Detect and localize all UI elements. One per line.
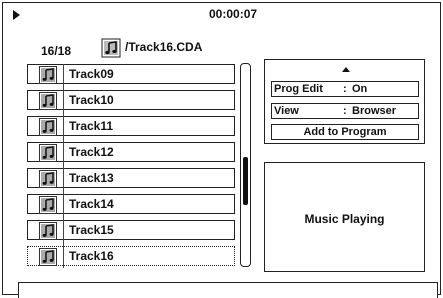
options-menu: Prog Edit : On View : Browser Add to Pro… xyxy=(264,59,425,144)
track-row[interactable]: Track11 xyxy=(27,116,235,136)
prog-edit-value: On xyxy=(352,83,368,95)
status-panel: Music Playing xyxy=(264,162,425,272)
music-note-icon xyxy=(39,118,57,136)
track-row[interactable]: Track09 xyxy=(27,64,235,84)
track-label: Track09 xyxy=(69,67,114,81)
prog-edit-label: Prog Edit xyxy=(274,83,323,95)
view-label: View xyxy=(274,105,299,117)
track-row-selected[interactable]: Track16 xyxy=(27,246,235,266)
music-note-icon xyxy=(39,248,57,266)
track-row[interactable]: Track15 xyxy=(27,220,235,240)
track-label: Track12 xyxy=(69,145,114,159)
music-note-icon xyxy=(39,222,57,240)
music-note-icon xyxy=(39,66,57,84)
track-label: Track11 xyxy=(69,119,114,133)
track-counter: 16/18 xyxy=(41,44,72,58)
track-row[interactable]: Track12 xyxy=(27,142,235,162)
track-label: Track16 xyxy=(69,249,114,263)
track-row[interactable]: Track14 xyxy=(27,194,235,214)
current-file-name: /Track16.CDA xyxy=(125,40,203,54)
arrow-up-icon[interactable] xyxy=(342,67,350,72)
scroll-thumb[interactable] xyxy=(243,157,248,205)
track-list: Track09 Track10 Track11 Track12 Track13 … xyxy=(27,64,235,272)
view-value: Browser xyxy=(352,105,397,117)
music-note-icon xyxy=(101,38,121,58)
status-text: Music Playing xyxy=(304,212,385,226)
track-label: Track14 xyxy=(69,197,114,211)
music-note-icon xyxy=(39,144,57,162)
view-separator: : xyxy=(343,105,347,117)
track-row[interactable]: Track10 xyxy=(27,90,235,110)
add-to-program-button[interactable]: Add to Program xyxy=(271,124,419,140)
prog-edit-option[interactable]: Prog Edit : On xyxy=(271,81,419,97)
elapsed-time: 00:00:07 xyxy=(209,7,258,21)
play-icon xyxy=(13,10,20,20)
info-bar xyxy=(18,282,438,298)
track-row[interactable]: Track13 xyxy=(27,168,235,188)
music-note-icon xyxy=(39,170,57,188)
track-list-scrollbar[interactable] xyxy=(240,63,251,267)
music-note-icon xyxy=(39,196,57,214)
track-label: Track13 xyxy=(69,171,114,185)
music-note-icon xyxy=(39,92,57,110)
prog-edit-separator: : xyxy=(343,83,347,95)
track-label: Track15 xyxy=(69,223,114,237)
view-option[interactable]: View : Browser xyxy=(271,103,419,119)
list-divider xyxy=(63,64,64,268)
track-label: Track10 xyxy=(69,93,114,107)
